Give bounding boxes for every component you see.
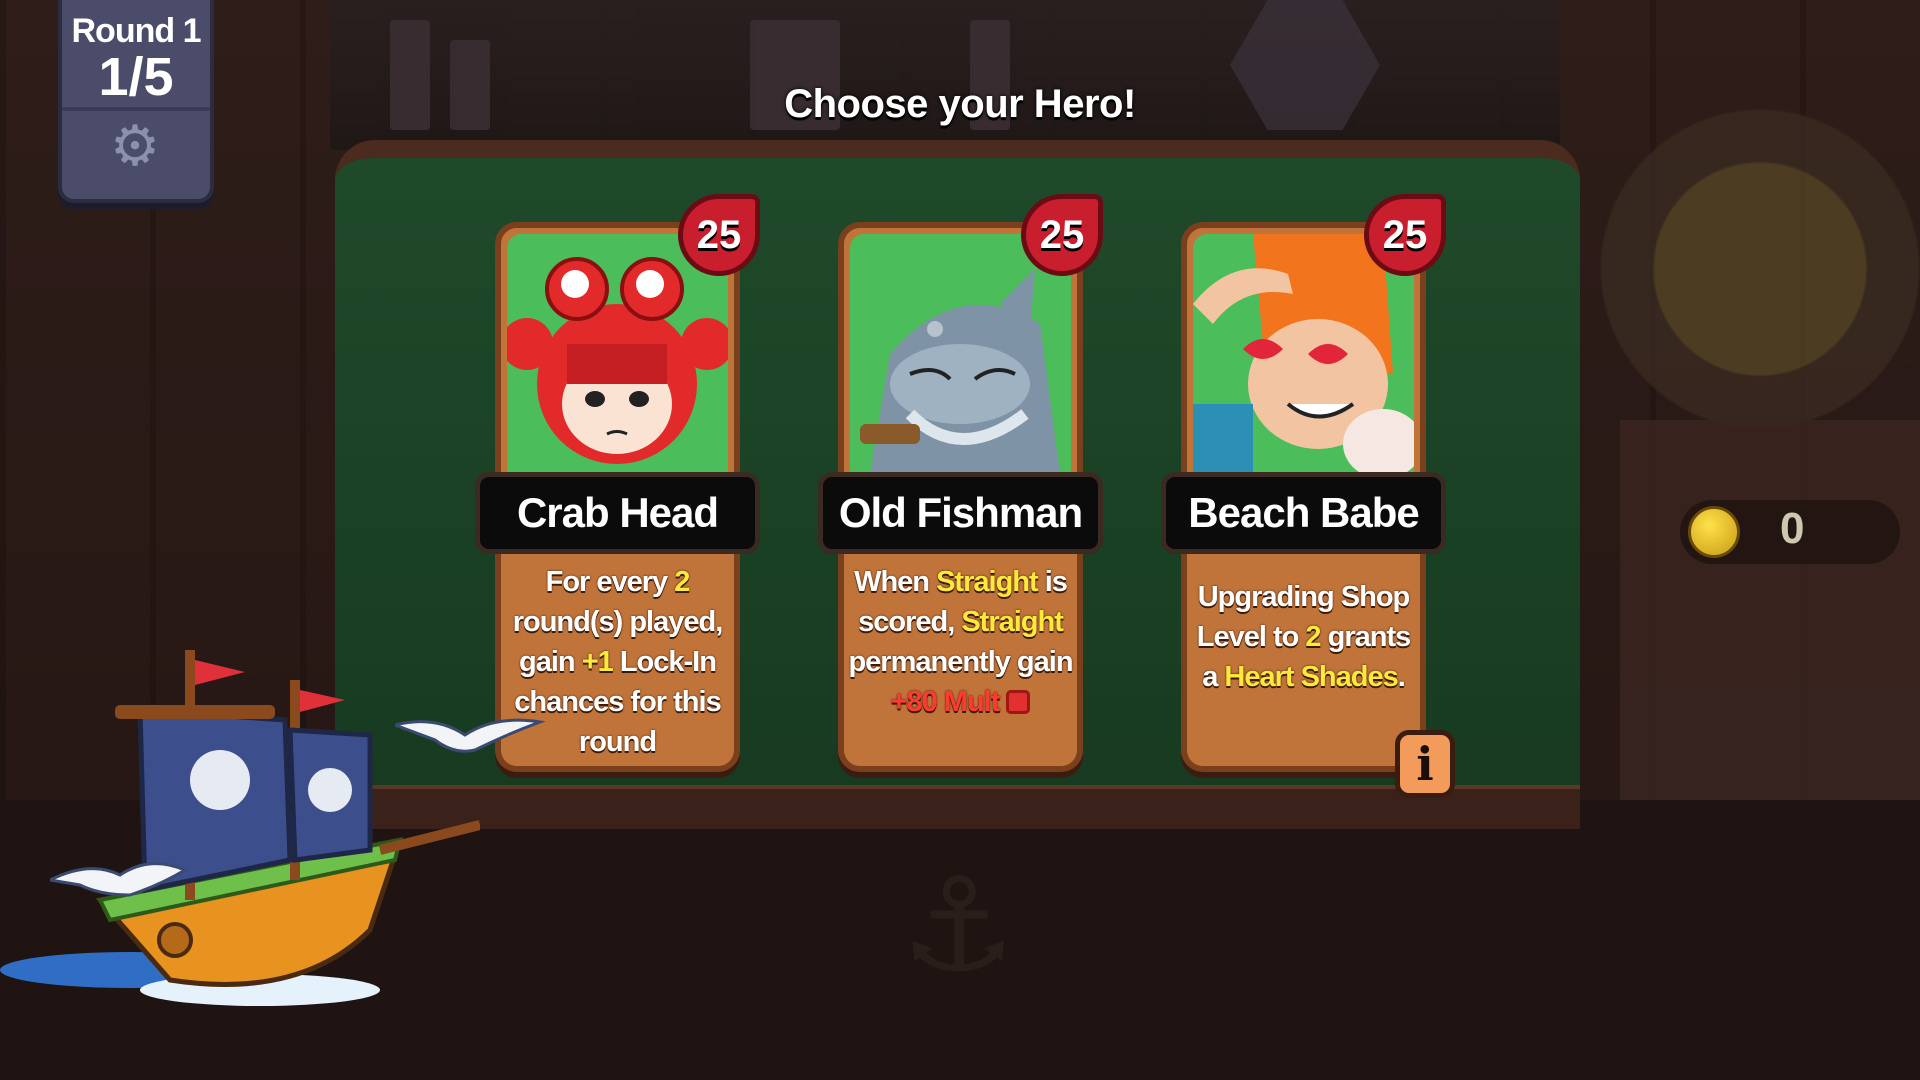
coin-value: 0 [1780,504,1805,553]
card-description: Upgrading Shop Level to 2 grants a Heart… [1191,577,1416,697]
card-description: When Straight is scored, Straight perman… [848,562,1073,722]
pirate-ship-illustration [0,630,482,1030]
desc-highlight-red: +80 Mult [890,686,1001,718]
coin-icon [1688,506,1740,558]
dice-icon [1006,690,1031,714]
cost-badge: 25 [1021,194,1103,276]
desc-text: For every [545,566,675,598]
seagull-illustration [389,710,546,764]
coin-counter: 0 [1680,500,1900,564]
desc-highlight: Straight [961,606,1064,638]
cost-value: 25 [1382,213,1428,257]
cost-badge: 25 [678,194,760,276]
cost-value: 25 [696,213,742,257]
desc-highlight: Heart Shades [1224,661,1398,693]
cost-value: 25 [1039,213,1085,257]
desc-highlight: 2 [674,566,690,598]
desc-text: . [1397,661,1406,693]
desc-highlight: 2 [1305,621,1321,653]
anchor-icon: ⚓ [900,849,1017,1001]
hero-card-old-fishman[interactable]: 25 Old Fishman When Straight is scored, … [818,194,1103,772]
desc-text: When [854,566,937,598]
hero-card-crab-head[interactable]: 25 Crab Head For every 2 round(s) played… [475,194,760,772]
card-name: Old Fishman [818,472,1103,554]
page-title: Choose your Hero! [784,82,1136,126]
desc-highlight: Straight [936,566,1039,598]
info-icon[interactable]: i [1395,730,1455,798]
background-shelf [330,0,1560,150]
desc-highlight: +1 [581,646,614,678]
card-name: Beach Babe [1161,472,1446,554]
seagull-illustration [45,850,190,904]
cost-badge: 25 [1364,194,1446,276]
board-ledge [335,785,1580,829]
hero-card-beach-babe[interactable]: 25 Beach Babe Upgrading Shop Level to 2 … [1161,194,1446,772]
card-name: Crab Head [475,472,760,554]
desc-text: permanently gain [848,646,1073,678]
